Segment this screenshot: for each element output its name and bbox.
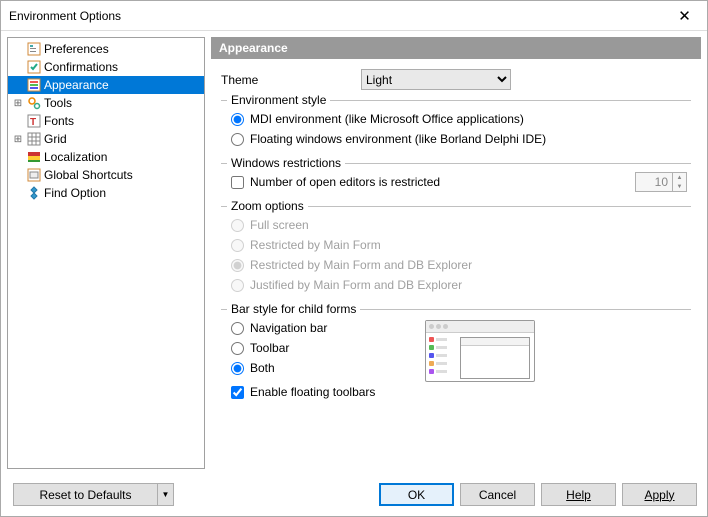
expand-icon[interactable]: ⊞ xyxy=(12,98,24,109)
restrictions-group: Windows restrictions Number of open edit… xyxy=(221,163,691,196)
floating-radio-row[interactable]: Floating windows environment (like Borla… xyxy=(231,129,687,149)
nav-bar-radio[interactable] xyxy=(231,322,244,335)
expand-icon[interactable]: ⊞ xyxy=(12,134,24,145)
confirmations-icon xyxy=(26,59,42,75)
ok-button[interactable]: OK xyxy=(379,483,454,506)
floating-label: Floating windows environment (like Borla… xyxy=(250,132,546,146)
theme-label: Theme xyxy=(221,73,351,87)
zoom-full-radio xyxy=(231,219,244,232)
tree-item-label: Find Option xyxy=(44,186,106,200)
num-restricted-checkbox[interactable] xyxy=(231,176,244,189)
zoom-legend: Zoom options xyxy=(227,199,308,213)
toolbar-row[interactable]: Toolbar xyxy=(231,338,375,358)
zoom-main-db-row: Restricted by Main Form and DB Explorer xyxy=(231,255,687,275)
tree-item-label: Fonts xyxy=(44,114,74,128)
tree-item-preferences[interactable]: Preferences xyxy=(8,40,204,58)
floating-radio[interactable] xyxy=(231,133,244,146)
num-restricted-row[interactable]: Number of open editors is restricted xyxy=(231,172,440,192)
close-button[interactable]: ✕ xyxy=(662,1,707,30)
mdi-radio[interactable] xyxy=(231,113,244,126)
main-panel: Appearance Theme Light Environment style… xyxy=(211,37,701,469)
env-style-group: Environment style MDI environment (like … xyxy=(221,100,691,153)
reset-defaults-button[interactable]: Reset to Defaults ▼ xyxy=(13,483,174,506)
tree-item-label: Tools xyxy=(44,96,72,110)
tree-item-label: Preferences xyxy=(44,42,109,56)
zoom-main-radio xyxy=(231,239,244,252)
chevron-down-icon[interactable]: ▼ xyxy=(158,483,174,506)
window-title: Environment Options xyxy=(9,9,662,23)
appearance-icon xyxy=(26,77,42,93)
zoom-main-row: Restricted by Main Form xyxy=(231,235,687,255)
barstyle-legend: Bar style for child forms xyxy=(227,302,360,316)
zoom-justified-radio xyxy=(231,279,244,292)
barstyle-preview xyxy=(425,320,535,382)
grid-icon xyxy=(26,131,42,147)
both-radio[interactable] xyxy=(231,362,244,375)
tree-item-tools[interactable]: ⊞ Tools xyxy=(8,94,204,112)
tree-item-fonts[interactable]: T Fonts xyxy=(8,112,204,130)
num-restricted-label: Number of open editors is restricted xyxy=(250,175,440,189)
num-editors-spinner[interactable]: ▲▼ xyxy=(635,172,687,192)
tree-item-grid[interactable]: ⊞ Grid xyxy=(8,130,204,148)
titlebar: Environment Options ✕ xyxy=(1,1,707,31)
nav-bar-row[interactable]: Navigation bar xyxy=(231,318,375,338)
find-icon xyxy=(26,185,42,201)
tree-item-find-option[interactable]: Find Option xyxy=(8,184,204,202)
preferences-icon xyxy=(26,41,42,57)
zoom-full-row: Full screen xyxy=(231,215,687,235)
num-editors-input[interactable] xyxy=(636,173,672,191)
tree-item-label: Global Shortcuts xyxy=(44,168,133,182)
zoom-main-db-radio xyxy=(231,259,244,272)
theme-select[interactable]: Light xyxy=(361,69,511,90)
mdi-radio-row[interactable]: MDI environment (like Microsoft Office a… xyxy=(231,109,687,129)
help-button[interactable]: Help xyxy=(541,483,616,506)
toolbar-radio[interactable] xyxy=(231,342,244,355)
mdi-label: MDI environment (like Microsoft Office a… xyxy=(250,112,524,126)
panel-body: Theme Light Environment style MDI enviro… xyxy=(211,59,701,469)
both-row[interactable]: Both xyxy=(231,358,375,378)
tools-icon xyxy=(26,95,42,111)
zoom-group: Zoom options Full screen Restricted by M… xyxy=(221,206,691,299)
tree-item-localization[interactable]: Localization xyxy=(8,148,204,166)
tree-item-appearance[interactable]: Appearance xyxy=(8,76,204,94)
cancel-button[interactable]: Cancel xyxy=(460,483,535,506)
nav-tree[interactable]: Preferences Confirmations Appearance ⊞ T… xyxy=(7,37,205,469)
fonts-icon: T xyxy=(26,113,42,129)
spinner-down-icon[interactable]: ▼ xyxy=(673,182,686,191)
env-style-legend: Environment style xyxy=(227,93,330,107)
panel-title: Appearance xyxy=(211,37,701,59)
floating-toolbars-row[interactable]: Enable floating toolbars xyxy=(231,382,375,402)
restrictions-legend: Windows restrictions xyxy=(227,156,345,170)
zoom-justified-row: Justified by Main Form and DB Explorer xyxy=(231,275,687,295)
tree-item-label: Grid xyxy=(44,132,67,146)
theme-row: Theme Light xyxy=(221,69,691,90)
barstyle-group: Bar style for child forms Navigation bar… xyxy=(221,309,691,406)
tree-item-label: Appearance xyxy=(44,78,109,92)
tree-item-label: Localization xyxy=(44,150,107,164)
localization-icon xyxy=(26,149,42,165)
content-area: Preferences Confirmations Appearance ⊞ T… xyxy=(1,31,707,475)
tree-item-global-shortcuts[interactable]: Global Shortcuts xyxy=(8,166,204,184)
apply-button[interactable]: Apply xyxy=(622,483,697,506)
spinner-up-icon[interactable]: ▲ xyxy=(673,173,686,182)
svg-text:T: T xyxy=(30,117,36,128)
tree-item-label: Confirmations xyxy=(44,60,118,74)
shortcuts-icon xyxy=(26,167,42,183)
footer: Reset to Defaults ▼ OK Cancel Help Apply xyxy=(1,475,707,516)
tree-item-confirmations[interactable]: Confirmations xyxy=(8,58,204,76)
floating-toolbars-checkbox[interactable] xyxy=(231,386,244,399)
